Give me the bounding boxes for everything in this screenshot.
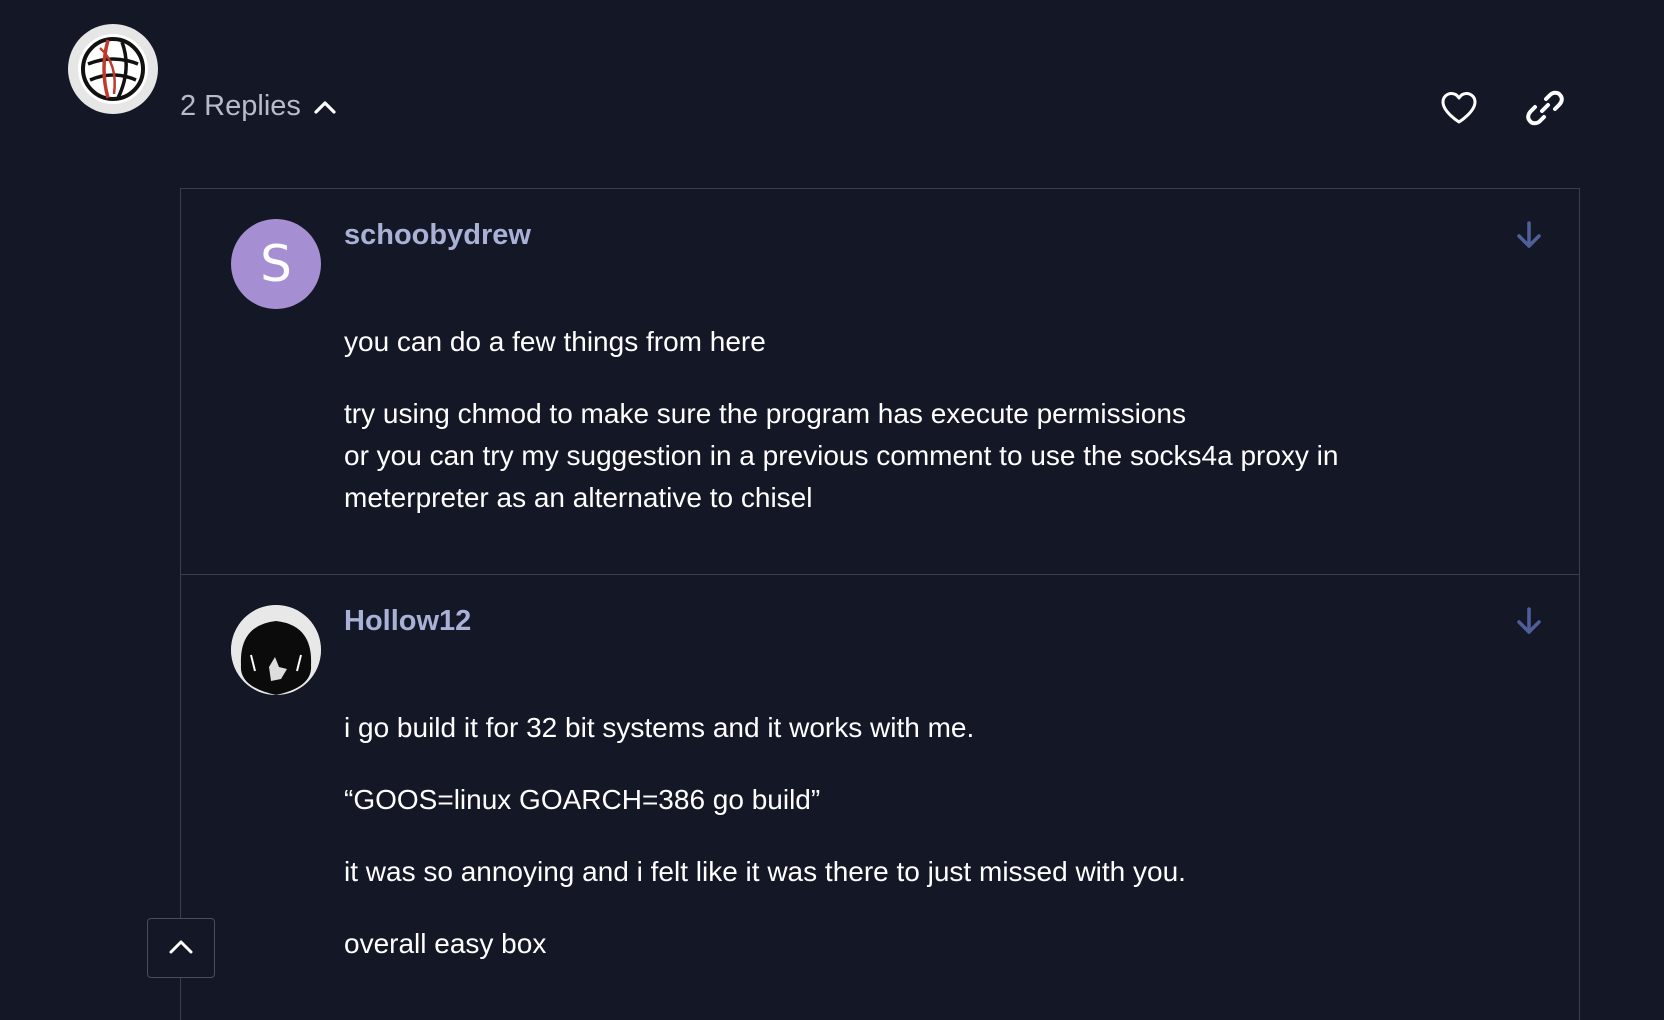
reply-paragraph: “GOOS=linux GOARCH=386 go build” (344, 784, 821, 815)
reply-username[interactable]: Hollow12 (344, 605, 471, 638)
link-icon (1526, 89, 1564, 132)
replies-container: S schoobydrew you can do a few things fr… (180, 188, 1580, 1020)
heart-icon (1440, 91, 1478, 130)
reply-item: Hollow12 i go build it for 32 bit system… (181, 575, 1579, 1020)
post-author-avatar[interactable] (68, 24, 158, 114)
reply-body: you can do a few things from here try us… (344, 321, 1459, 549)
scroll-to-top-button[interactable] (147, 918, 215, 978)
like-button[interactable] (1437, 88, 1481, 132)
avatar[interactable]: S (231, 219, 321, 309)
reply-paragraph: it was so annoying and i felt like it wa… (344, 856, 1186, 887)
reply-paragraph: try using chmod to make sure the program… (344, 398, 1186, 429)
replies-toggle[interactable]: 2 Replies (180, 90, 337, 123)
chevron-up-icon (168, 937, 194, 960)
reply-username[interactable]: schoobydrew (344, 219, 531, 252)
reply-paragraph: i go build it for 32 bit systems and it … (344, 712, 975, 743)
replies-count-label: 2 Replies (180, 90, 301, 122)
reply-paragraph: you can do a few things from here (344, 326, 766, 357)
reply-body: i go build it for 32 bit systems and it … (344, 707, 1459, 995)
arrow-down-icon[interactable] (1513, 219, 1545, 251)
reply-paragraph: or you can try my suggestion in a previo… (344, 440, 1339, 513)
comment-thread-page: 2 Replies S schoobydrew you can do a few… (0, 0, 1664, 1020)
basketball-logo-icon (78, 34, 148, 104)
avatar-letter: S (260, 235, 292, 293)
avatar[interactable] (231, 605, 321, 695)
chevron-up-icon (313, 99, 337, 115)
arrow-down-icon[interactable] (1513, 605, 1545, 637)
copy-link-button[interactable] (1523, 88, 1567, 132)
reply-paragraph: overall easy box (344, 928, 547, 959)
reply-item: S schoobydrew you can do a few things fr… (181, 189, 1579, 575)
